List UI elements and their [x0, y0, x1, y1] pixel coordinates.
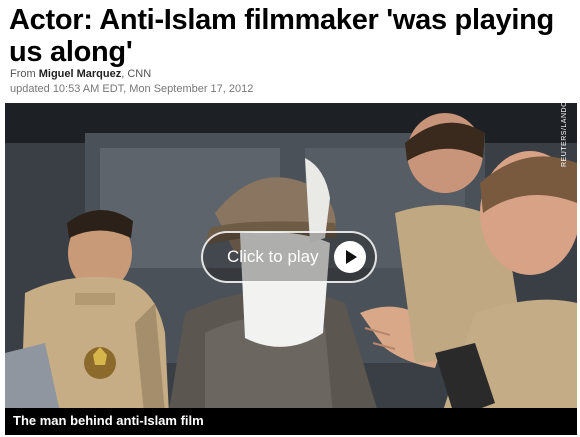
video-caption-bar: The man behind anti-Islam film [5, 408, 577, 435]
click-to-play-button[interactable]: Click to play [201, 231, 377, 283]
article-headline: Actor: Anti-Islam filmmaker 'was playing… [9, 4, 554, 68]
video-caption: The man behind anti-Islam film [13, 413, 204, 428]
video-player[interactable]: REUTERS/LANDOV Click to play The man beh… [5, 103, 577, 435]
source-label: , CNN [121, 68, 152, 80]
updated-timestamp: updated 10:53 AM EDT, Mon September 17, … [10, 83, 254, 95]
photo-credit: REUTERS/LANDOV [561, 103, 568, 167]
play-label: Click to play [227, 247, 319, 266]
play-icon [334, 241, 366, 273]
author-link[interactable]: Miguel Marquez [39, 68, 122, 80]
byline: From Miguel Marquez, CNN [10, 68, 151, 80]
byline-prefix: From [10, 68, 36, 80]
